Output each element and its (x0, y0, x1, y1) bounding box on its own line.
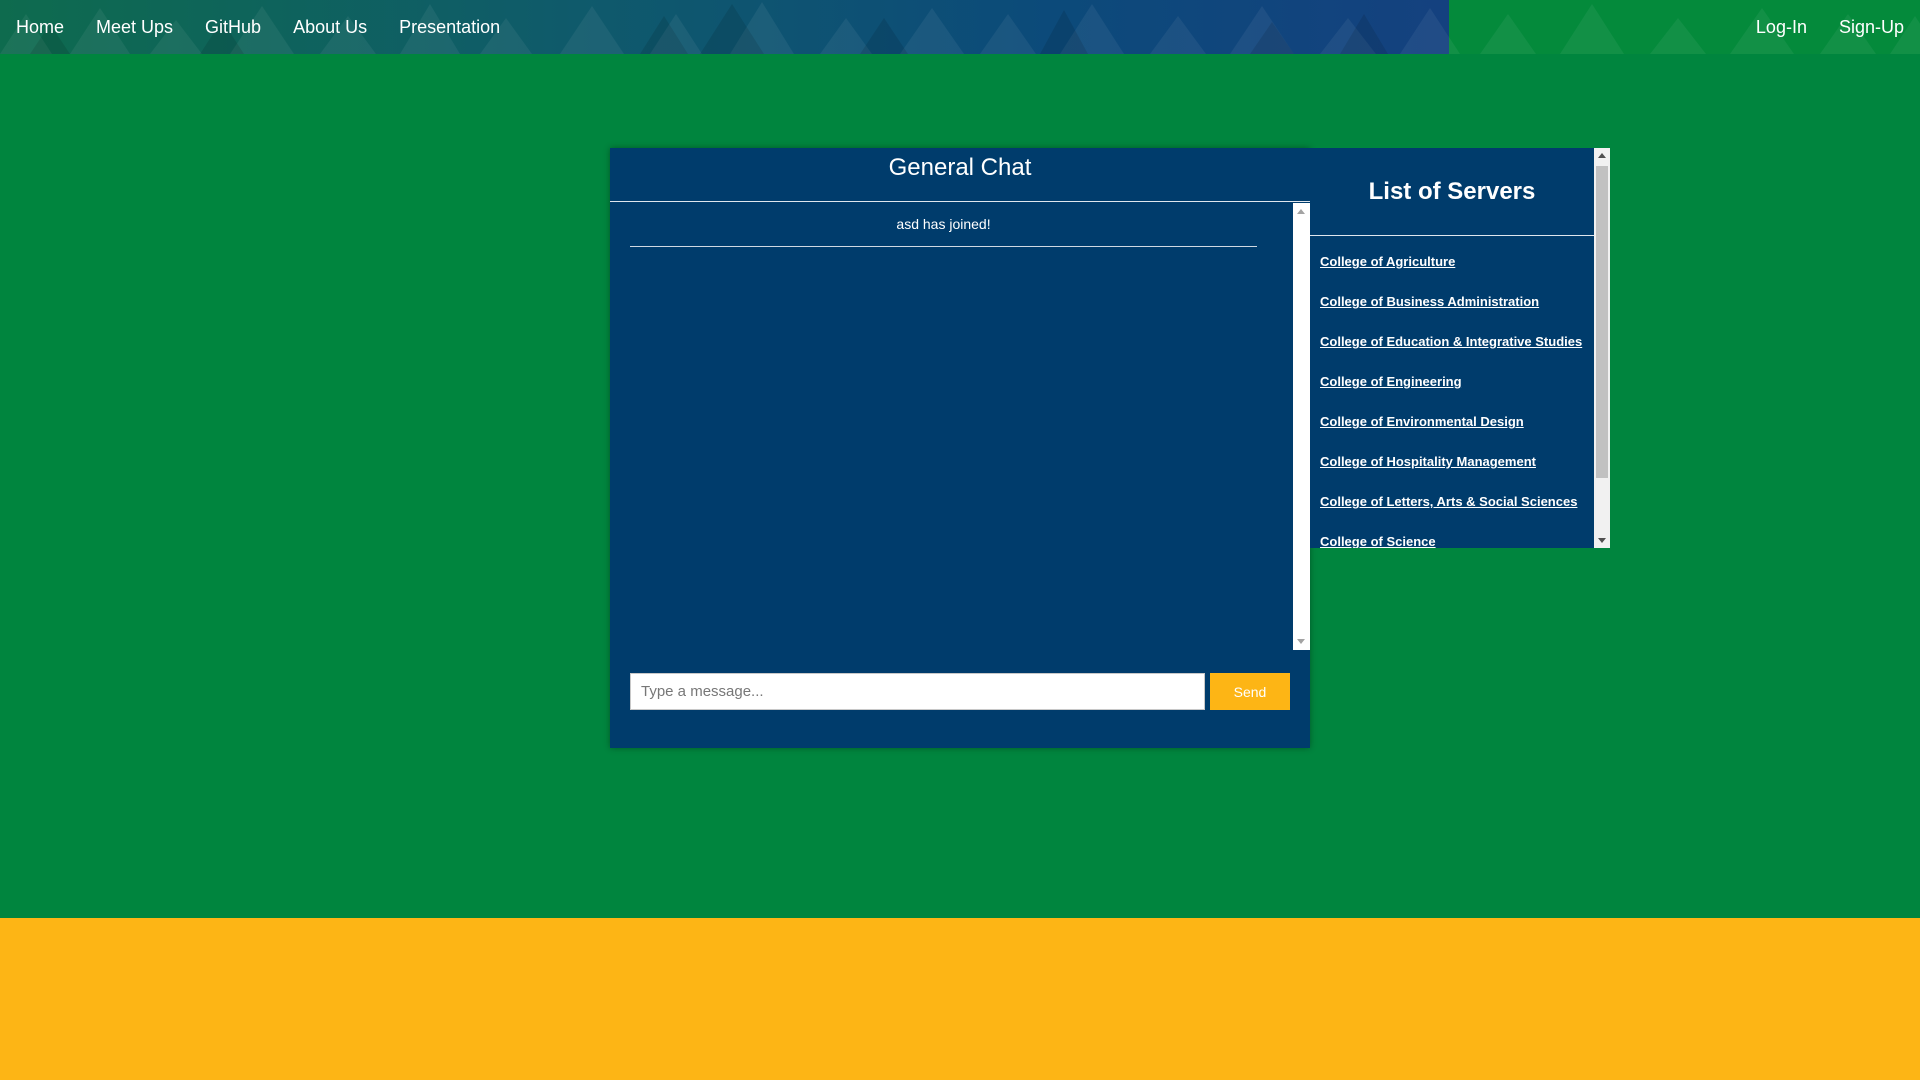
server-link-engineering[interactable]: College of Engineering (1320, 374, 1462, 389)
server-list-item: College of Hospitality Management (1320, 437, 1594, 477)
server-list-item: College of Letters, Arts & Social Scienc… (1320, 477, 1594, 517)
nav-login-link[interactable]: Log-In (1740, 0, 1823, 54)
nav-left-group: Home Meet Ups GitHub About Us Presentati… (0, 0, 516, 54)
server-list-panel: List of Servers College of Agriculture C… (1310, 148, 1610, 548)
server-list-title: List of Servers (1310, 148, 1594, 236)
nav-about-link[interactable]: About Us (277, 0, 383, 54)
server-link-science[interactable]: College of Science (1320, 534, 1436, 548)
server-link-hospitality-management[interactable]: College of Hospitality Management (1320, 454, 1536, 469)
server-list-scrollbar[interactable] (1594, 148, 1610, 548)
chat-scrollbar[interactable] (1293, 203, 1310, 650)
server-link-letters-arts-social-sciences[interactable]: College of Letters, Arts & Social Scienc… (1320, 494, 1577, 509)
message-input[interactable] (630, 673, 1205, 710)
server-link-agriculture[interactable]: College of Agriculture (1320, 254, 1455, 269)
server-link-business-administration[interactable]: College of Business Administration (1320, 294, 1539, 309)
scroll-down-arrow-icon[interactable] (1598, 538, 1606, 543)
server-list-item: College of Environmental Design (1320, 397, 1594, 437)
server-list-item: College of Agriculture (1320, 237, 1594, 277)
scroll-up-arrow-icon[interactable] (1598, 153, 1606, 158)
nav-right-group: Log-In Sign-Up (1740, 0, 1920, 54)
nav-meetups-link[interactable]: Meet Ups (80, 0, 189, 54)
top-navbar: Home Meet Ups GitHub About Us Presentati… (0, 0, 1920, 54)
send-button[interactable]: Send (1210, 673, 1290, 710)
scrollbar-thumb[interactable] (1596, 166, 1608, 478)
nav-github-link[interactable]: GitHub (189, 0, 277, 54)
scroll-down-arrow-icon[interactable] (1297, 639, 1305, 644)
server-link-environmental-design[interactable]: College of Environmental Design (1320, 414, 1524, 429)
chat-title: General Chat (610, 148, 1310, 202)
scroll-up-arrow-icon[interactable] (1297, 209, 1305, 214)
server-list-item: College of Science (1320, 517, 1594, 548)
server-list[interactable]: College of Agriculture College of Busine… (1320, 237, 1594, 548)
nav-home-link[interactable]: Home (0, 0, 80, 54)
nav-presentation-link[interactable]: Presentation (383, 0, 516, 54)
chat-message-list[interactable]: asd has joined! (610, 203, 1293, 650)
footer (0, 918, 1920, 1080)
server-list-item: College of Education & Integrative Studi… (1320, 317, 1594, 357)
server-link-education[interactable]: College of Education & Integrative Studi… (1320, 334, 1582, 349)
chat-message: asd has joined! (630, 203, 1257, 247)
server-list-item: College of Engineering (1320, 357, 1594, 397)
chat-panel: General Chat asd has joined! Send (610, 148, 1310, 748)
nav-signup-link[interactable]: Sign-Up (1823, 0, 1920, 54)
server-list-item: College of Business Administration (1320, 277, 1594, 317)
